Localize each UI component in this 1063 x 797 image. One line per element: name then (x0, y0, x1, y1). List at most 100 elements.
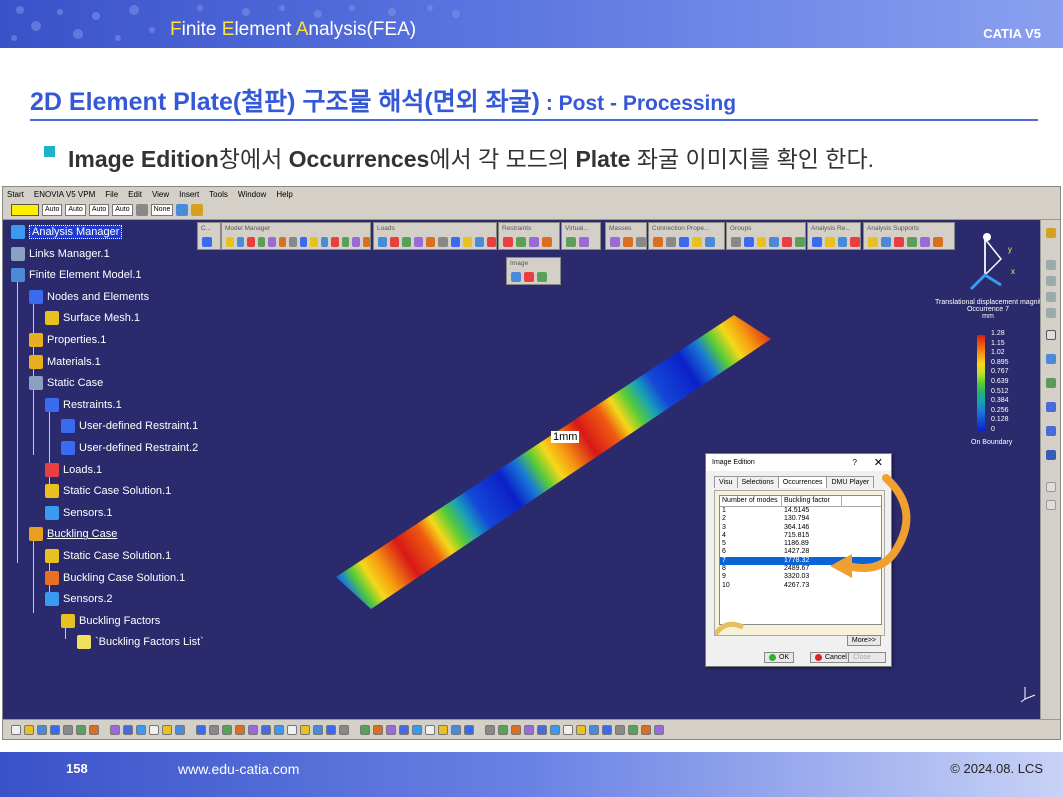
tool-icon[interactable] (289, 236, 297, 247)
tree-node[interactable]: Buckling Case Solution.1 (45, 570, 185, 585)
bottom-tool-icon[interactable] (412, 724, 422, 735)
bottom-tool-icon[interactable] (576, 724, 586, 735)
tree-node[interactable]: Loads.1 (45, 462, 102, 477)
tool-icon[interactable] (850, 236, 860, 247)
tab-selections[interactable]: Selections (736, 476, 779, 488)
bottom-tool-icon[interactable] (248, 724, 258, 735)
tool-icon[interactable] (881, 236, 891, 247)
tool-icon[interactable] (769, 236, 780, 247)
bottom-tool-icon[interactable] (11, 724, 21, 735)
linetype-combo[interactable]: Auto (65, 204, 86, 216)
tool-icon[interactable] (310, 236, 318, 247)
bottom-tool-icon[interactable] (485, 724, 495, 735)
tool-icon[interactable] (537, 271, 547, 282)
tree-node[interactable]: Surface Mesh.1 (45, 311, 140, 326)
bottom-tool-icon[interactable] (261, 724, 271, 735)
tool-icon[interactable] (1046, 260, 1056, 270)
bottom-tool-icon[interactable] (300, 724, 310, 735)
tool-icon[interactable] (566, 236, 576, 247)
tool-icon[interactable] (331, 236, 339, 247)
tree-node[interactable]: Buckling Case (29, 527, 117, 542)
bottom-tool-icon[interactable] (563, 724, 573, 735)
tree-node[interactable]: Static Case (29, 376, 103, 391)
tool-icon[interactable] (907, 236, 917, 247)
tree-node[interactable]: Finite Element Model.1 (11, 268, 142, 283)
tool-icon[interactable] (299, 236, 307, 247)
bottom-tool-icon[interactable] (76, 724, 86, 735)
tree-node[interactable]: User-defined Restraint.1 (61, 419, 198, 434)
menu-item-enovia-v5-vpm[interactable]: ENOVIA V5 VPM (34, 190, 95, 199)
menu-item-file[interactable]: File (105, 190, 118, 199)
tool-icon[interactable] (257, 236, 265, 247)
tree-node[interactable]: Buckling Factors (61, 613, 160, 628)
menu-item-window[interactable]: Window (238, 190, 266, 199)
tool-icon[interactable] (516, 236, 526, 247)
tool-icon[interactable] (268, 236, 276, 247)
bottom-tool-icon[interactable] (326, 724, 336, 735)
column-header[interactable]: Number of modes (720, 496, 782, 506)
tab-occurrences[interactable]: Occurrences (777, 476, 828, 488)
tool-icon[interactable] (352, 236, 360, 247)
tool-icon[interactable] (653, 236, 663, 247)
tool-icon[interactable] (692, 236, 702, 247)
bottom-tool-icon[interactable] (110, 724, 120, 735)
tool-icon[interactable] (226, 236, 234, 247)
tool-icon[interactable] (610, 236, 620, 247)
painter-icon[interactable] (176, 204, 189, 216)
bottom-tool-icon[interactable] (50, 724, 60, 735)
tool-icon[interactable] (1046, 308, 1056, 318)
tool-icon[interactable] (824, 236, 835, 247)
tool-icon[interactable] (679, 236, 689, 247)
bottom-tool-icon[interactable] (313, 724, 323, 735)
bottom-tool-icon[interactable] (235, 724, 245, 735)
bottom-tool-icon[interactable] (162, 724, 172, 735)
bottom-tool-icon[interactable] (196, 724, 206, 735)
tool-icon[interactable] (920, 236, 930, 247)
tool-icon[interactable] (1046, 426, 1056, 436)
tool-icon[interactable] (743, 236, 754, 247)
tool-icon[interactable] (402, 236, 412, 247)
tree-node[interactable]: Restraints.1 (45, 397, 122, 412)
tool-icon[interactable] (731, 236, 741, 247)
cancel-button[interactable]: Cancel (810, 652, 852, 663)
tool-icon[interactable] (636, 236, 646, 247)
tool-icon[interactable] (202, 236, 212, 247)
bottom-tool-icon[interactable] (149, 724, 159, 735)
tab-visu[interactable]: Visu (714, 476, 738, 488)
bottom-tool-icon[interactable] (511, 724, 521, 735)
website-link[interactable]: www.edu-catia.com (178, 761, 299, 777)
select-icon[interactable] (1046, 330, 1056, 340)
tool-icon[interactable] (462, 236, 472, 247)
tool-icon[interactable] (666, 236, 676, 247)
bottom-tool-icon[interactable] (24, 724, 34, 735)
help-button[interactable]: ? (853, 458, 857, 467)
tree-node[interactable]: Sensors.2 (45, 592, 113, 607)
bottom-tool-icon[interactable] (602, 724, 612, 735)
layer-combo[interactable]: None (150, 204, 174, 216)
bottom-tool-icon[interactable] (399, 724, 409, 735)
menu-item-insert[interactable]: Insert (179, 190, 199, 199)
tool-icon[interactable] (247, 236, 255, 247)
bottom-tool-icon[interactable] (360, 724, 370, 735)
tool-icon[interactable] (1046, 276, 1056, 286)
point-combo[interactable]: Auto (112, 204, 133, 216)
tool-icon[interactable] (341, 236, 349, 247)
tree-node[interactable]: Static Case Solution.1 (45, 549, 171, 563)
tool-icon[interactable] (450, 236, 460, 247)
bottom-tool-icon[interactable] (136, 724, 146, 735)
tool-icon[interactable] (524, 271, 534, 282)
tool-icon[interactable] (623, 236, 633, 247)
close-icon[interactable]: ✕ (874, 456, 883, 469)
tool-icon[interactable] (426, 236, 436, 247)
tool-icon[interactable] (236, 236, 244, 247)
tool-icon[interactable] (320, 236, 328, 247)
tool-icon[interactable] (837, 236, 848, 247)
tree-node[interactable]: Links Manager.1 (11, 246, 110, 261)
tool-icon[interactable] (1046, 500, 1056, 510)
layer-icon[interactable] (135, 204, 148, 216)
bottom-tool-icon[interactable] (123, 724, 133, 735)
tool-icon[interactable] (378, 236, 388, 247)
bottom-tool-icon[interactable] (537, 724, 547, 735)
tree-node[interactable]: `Buckling Factors List` (77, 635, 204, 650)
bottom-tool-icon[interactable] (37, 724, 47, 735)
